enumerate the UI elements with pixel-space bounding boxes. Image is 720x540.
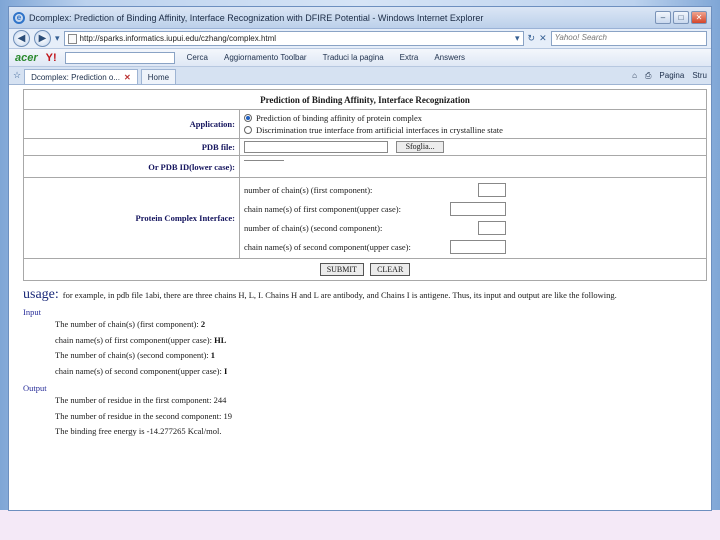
pdb-id-cell xyxy=(239,155,707,179)
field-label: chain name(s) of first component(upper c… xyxy=(244,203,401,214)
toolbar: acer Y! Cerca Aggiornamento Toolbar Trad… xyxy=(9,49,711,67)
output-label: Output xyxy=(23,383,47,394)
window-controls: – □ ✕ xyxy=(655,11,707,24)
answers-button[interactable]: Answers xyxy=(430,51,469,64)
page-icon xyxy=(67,33,77,44)
field-row: number of chain(s) (first component): xyxy=(244,180,506,199)
form-buttons: SUBMIT CLEAR xyxy=(23,258,707,282)
usage-section: usage: for example, in pdb file 1abi, th… xyxy=(23,287,711,440)
application-label: Application: xyxy=(23,109,240,139)
close-button[interactable]: ✕ xyxy=(691,11,707,24)
input-line: The number of chain(s) (second component… xyxy=(23,348,711,364)
pdb-id-input[interactable] xyxy=(244,159,284,172)
cerca-button[interactable]: Cerca xyxy=(183,51,212,64)
field-row: chain name(s) of first component(upper c… xyxy=(244,199,506,218)
input-label: Input xyxy=(23,307,41,318)
option-label: Prediction of binding affinity of protei… xyxy=(256,113,423,123)
favorites-star-icon[interactable]: ☆ xyxy=(13,70,21,84)
option-binding-affinity[interactable]: Prediction of binding affinity of protei… xyxy=(244,112,702,124)
radio-selected[interactable] xyxy=(244,114,252,122)
title-bar: e Dcomplex: Prediction of Binding Affini… xyxy=(9,7,711,29)
pdb-file-cell: Sfoglia... xyxy=(239,137,707,157)
traduci-button[interactable]: Traduci la pagina xyxy=(319,51,388,64)
home-icon[interactable]: ⌂ xyxy=(632,71,637,81)
dropdown-arrow-icon[interactable]: ▾ xyxy=(515,33,520,44)
address-bar: ◀ ▶ ▾ http://sparks.informatics.iupui.ed… xyxy=(9,29,711,49)
page-content: Prediction of Binding Affinity, Interfac… xyxy=(9,85,711,493)
form-title: Prediction of Binding Affinity, Interfac… xyxy=(23,89,707,110)
input-line: The number of chain(s) (first component)… xyxy=(23,317,711,333)
search-input[interactable]: Yahoo! Search xyxy=(550,31,707,46)
input-line: chain name(s) of second component(upper … xyxy=(23,364,711,380)
chains-first-input[interactable] xyxy=(478,182,506,197)
prediction-form: Prediction of Binding Affinity, Interfac… xyxy=(23,89,707,282)
application-options: Prediction of binding affinity of protei… xyxy=(239,109,707,139)
input-value: I xyxy=(224,365,228,376)
input-line: chain name(s) of first component(upper c… xyxy=(23,333,711,349)
strumenti-menu[interactable]: Stru xyxy=(692,71,707,81)
interface-label: Protein Complex Interface: xyxy=(23,177,240,260)
tab-close-icon[interactable]: ✕ xyxy=(124,73,131,82)
names-first-input[interactable] xyxy=(450,201,506,216)
browse-button[interactable]: Sfoglia... xyxy=(396,141,445,154)
tab-dcomplex[interactable]: Dcomplex: Prediction o... ✕ xyxy=(24,69,138,84)
pdb-id-label: Or PDB ID(lower case): xyxy=(23,155,240,179)
browser-window: e Dcomplex: Prediction of Binding Affini… xyxy=(8,6,712,511)
input-text: chain name(s) of second component(upper … xyxy=(55,365,222,376)
extra-button[interactable]: Extra xyxy=(396,51,423,64)
field-label: number of chain(s) (second component): xyxy=(244,222,383,233)
tab-bar: ☆ Dcomplex: Prediction o... ✕ Home ⌂ ⎙ P… xyxy=(9,67,711,85)
tab-home[interactable]: Home xyxy=(140,69,177,84)
maximize-button[interactable]: □ xyxy=(673,11,689,24)
print-icon[interactable]: ⎙ xyxy=(645,71,651,81)
url-text: http://sparks.informatics.iupui.edu/czha… xyxy=(79,34,277,43)
stop-icon[interactable]: ✕ xyxy=(539,33,547,44)
output-line: The binding free energy is -14.277265 Kc… xyxy=(55,426,222,437)
input-text: chain name(s) of first component(upper c… xyxy=(55,334,212,345)
command-bar: ⌂ ⎙ Pagina Stru xyxy=(632,71,707,84)
refresh-icon[interactable]: ↻ xyxy=(528,33,536,44)
field-row: number of chain(s) (second component): xyxy=(244,218,506,237)
names-second-input[interactable] xyxy=(450,239,506,254)
input-value: 2 xyxy=(200,319,206,330)
option-label: Discrimination true interface from artif… xyxy=(256,125,503,135)
input-text: The number of chain(s) (first component)… xyxy=(55,319,199,330)
chevron-down-icon[interactable]: ▾ xyxy=(55,33,60,44)
back-button[interactable]: ◀ xyxy=(13,30,30,47)
pdb-file-input[interactable] xyxy=(244,141,388,154)
yahoo-logo[interactable]: Y! xyxy=(46,52,57,64)
slide-background xyxy=(0,510,720,540)
forward-button[interactable]: ▶ xyxy=(34,30,51,47)
field-label: chain name(s) of second component(upper … xyxy=(244,241,411,252)
input-value: 1 xyxy=(210,350,216,361)
output-line: The number of residue in the second comp… xyxy=(55,410,233,421)
tab-label: Dcomplex: Prediction o... xyxy=(31,72,121,82)
radio-unselected[interactable] xyxy=(244,126,252,134)
acer-logo: acer xyxy=(15,51,38,64)
window-title: Dcomplex: Prediction of Binding Affinity… xyxy=(29,12,484,23)
submit-button[interactable]: SUBMIT xyxy=(319,263,364,277)
clear-button[interactable]: CLEAR xyxy=(370,263,411,277)
option-discrimination[interactable]: Discrimination true interface from artif… xyxy=(244,124,702,136)
input-value: HL xyxy=(214,334,227,345)
url-field[interactable]: http://sparks.informatics.iupui.edu/czha… xyxy=(63,31,524,46)
usage-intro: usage: for example, in pdb file 1abi, th… xyxy=(23,287,711,303)
output-line: The number of residue in the first compo… xyxy=(55,395,227,406)
usage-text: for example, in pdb file 1abi, there are… xyxy=(62,290,617,301)
tab-label: Home xyxy=(147,72,170,82)
pdb-file-label: PDB file: xyxy=(23,137,240,157)
input-text: The number of chain(s) (second component… xyxy=(55,350,209,361)
toolbar-search-input[interactable] xyxy=(64,51,175,64)
ie-icon: e xyxy=(13,11,25,24)
chains-second-input[interactable] xyxy=(478,220,506,235)
field-row: chain name(s) of second component(upper … xyxy=(244,237,506,256)
field-label: number of chain(s) (first component): xyxy=(244,184,373,195)
interface-fields: number of chain(s) (first component): ch… xyxy=(239,177,707,260)
usage-heading: usage: xyxy=(23,287,59,303)
pagina-menu[interactable]: Pagina xyxy=(659,71,684,81)
minimize-button[interactable]: – xyxy=(655,11,671,24)
aggiornamento-button[interactable]: Aggiornamento Toolbar xyxy=(220,51,311,64)
